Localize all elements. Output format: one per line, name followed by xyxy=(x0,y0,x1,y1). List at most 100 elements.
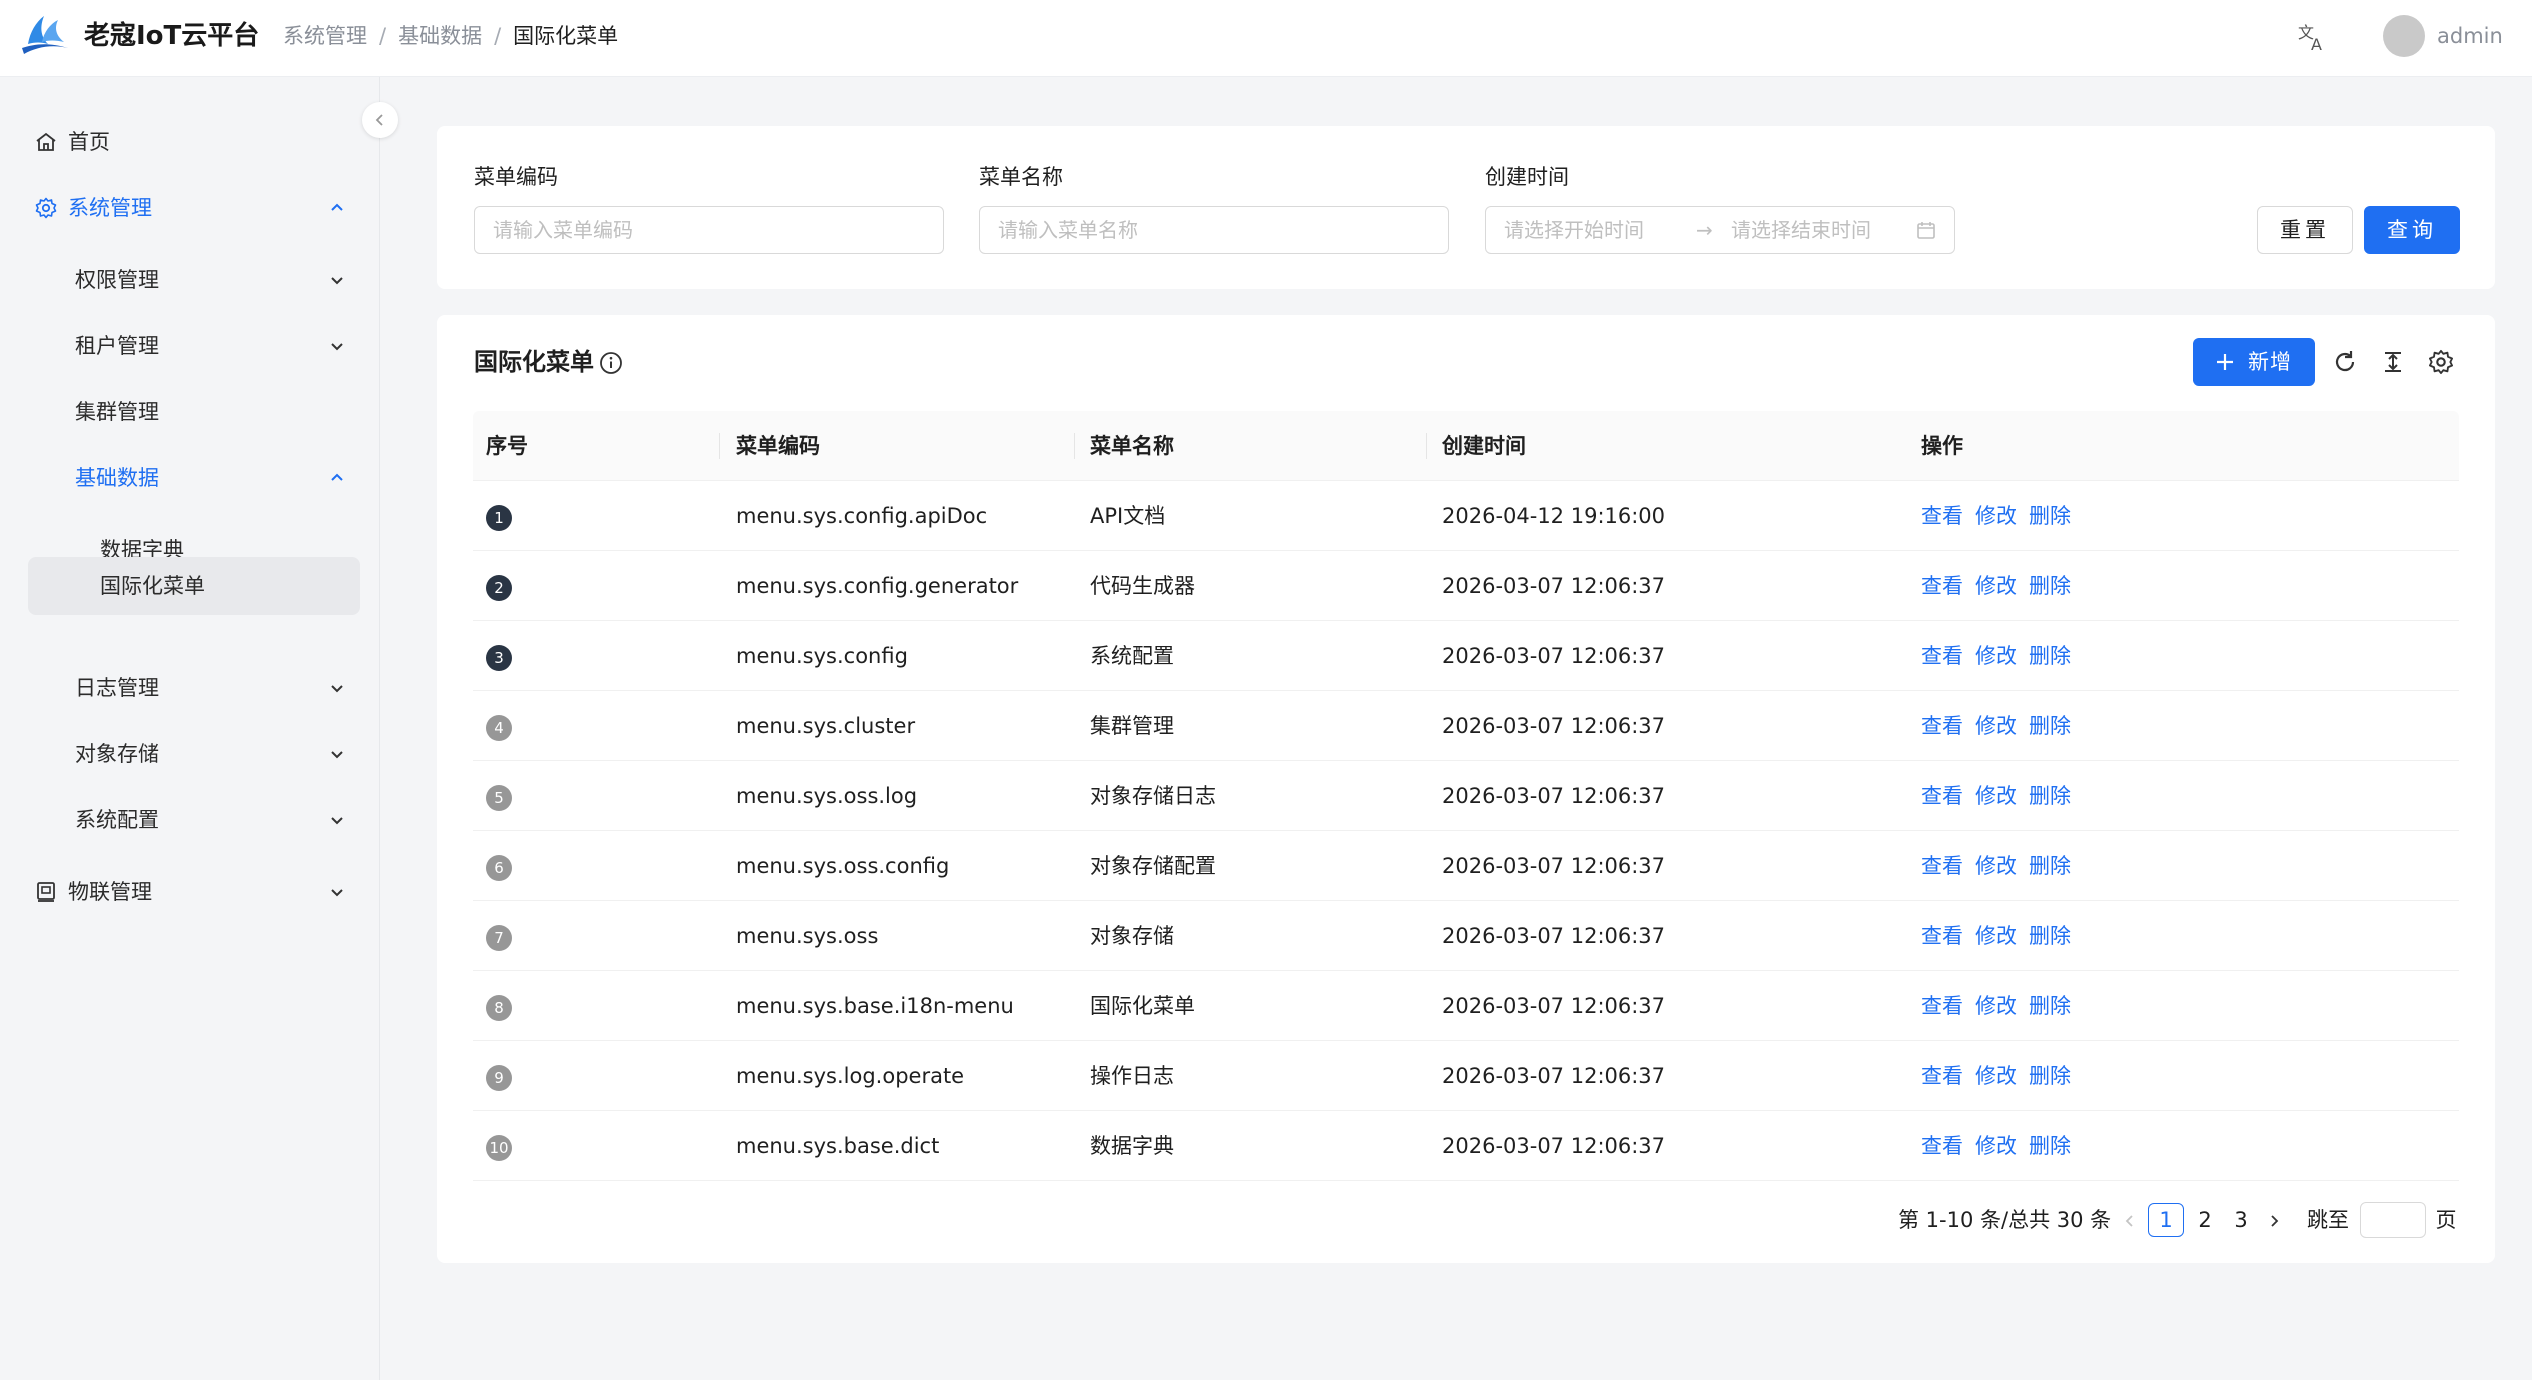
sidebar-item-system-config[interactable]: 系统配置 xyxy=(28,791,360,849)
sidebar-item-object-storage[interactable]: 对象存储 xyxy=(28,725,360,783)
delete-link[interactable]: 删除 xyxy=(2029,901,2071,971)
edit-link[interactable]: 修改 xyxy=(1975,901,2017,971)
cell-menu-name: 国际化菜单 xyxy=(1090,994,1195,1018)
sidebar-item-label: 首页 xyxy=(68,130,110,154)
prev-page-icon[interactable] xyxy=(2122,1213,2138,1229)
edit-link[interactable]: 修改 xyxy=(1975,1041,2017,1111)
row-index-badge: 4 xyxy=(486,715,512,741)
edit-link[interactable]: 修改 xyxy=(1975,481,2017,551)
edit-link[interactable]: 修改 xyxy=(1975,691,2017,761)
table-title: 国际化菜单 xyxy=(474,348,594,376)
delete-link[interactable]: 删除 xyxy=(2029,761,2071,831)
chevron-down-icon xyxy=(331,751,343,759)
view-link[interactable]: 查看 xyxy=(1921,481,1963,551)
cell-menu-name: 数据字典 xyxy=(1090,1134,1174,1158)
breadcrumb-item-current: 国际化菜单 xyxy=(513,24,619,48)
cell-menu-name: 对象存储配置 xyxy=(1090,854,1216,878)
delete-link[interactable]: 删除 xyxy=(2029,1041,2071,1111)
add-button[interactable]: 新增 xyxy=(2193,338,2315,386)
avatar[interactable] xyxy=(2383,15,2425,57)
calendar-icon xyxy=(1917,222,1935,239)
sidebar-item-home[interactable]: 首页 xyxy=(28,113,360,171)
edit-link[interactable]: 修改 xyxy=(1975,971,2017,1041)
table-row: 3 menu.sys.config 系统配置 2026-03-07 12:06:… xyxy=(473,621,2459,691)
page-3-button[interactable]: 3 xyxy=(2226,1203,2256,1237)
menu-name-placeholder: 请输入菜单名称 xyxy=(998,218,1138,242)
end-time-placeholder[interactable]: 请选择结束时间 xyxy=(1731,207,1871,253)
top-header: 老寇IoT云平台 系统管理 / 基础数据 / 国际化菜单 文 A admin xyxy=(0,0,2532,77)
cell-create-time: 2026-03-07 12:06:37 xyxy=(1442,1134,1666,1158)
query-button[interactable]: 查询 xyxy=(2364,206,2460,254)
create-time-range-picker[interactable]: 请选择开始时间 → 请选择结束时间 xyxy=(1485,206,1955,254)
table-row: 9 menu.sys.log.operate 操作日志 2026-03-07 1… xyxy=(473,1041,2459,1111)
delete-link[interactable]: 删除 xyxy=(2029,691,2071,761)
delete-link[interactable]: 删除 xyxy=(2029,1111,2071,1181)
sidebar: 首页 系统管理 权限管理 租户管理 集群管理 基础数据 数据字典 国际化菜单 日… xyxy=(0,77,380,1380)
breadcrumb-item-system[interactable]: 系统管理 xyxy=(283,24,367,48)
svg-text:A: A xyxy=(2311,35,2322,54)
search-panel: 菜单编码 请输入菜单编码 菜单名称 请输入菜单名称 创建时间 请选择开始时间 →… xyxy=(437,126,2495,289)
page-1-button[interactable]: 1 xyxy=(2148,1203,2184,1237)
view-link[interactable]: 查看 xyxy=(1921,831,1963,901)
sidebar-item-label: 国际化菜单 xyxy=(100,574,205,598)
sidebar-item-label: 集群管理 xyxy=(75,400,159,424)
cell-menu-name: 对象存储 xyxy=(1090,924,1174,948)
cell-menu-code: menu.sys.config xyxy=(736,644,908,668)
view-link[interactable]: 查看 xyxy=(1921,551,1963,621)
view-link[interactable]: 查看 xyxy=(1921,1111,1963,1181)
column-height-icon[interactable] xyxy=(2379,348,2407,376)
column-divider xyxy=(719,433,720,459)
view-link[interactable]: 查看 xyxy=(1921,691,1963,761)
chevron-up-icon xyxy=(331,203,343,211)
page-2-button[interactable]: 2 xyxy=(2190,1203,2220,1237)
view-link[interactable]: 查看 xyxy=(1921,901,1963,971)
sidebar-item-base-data[interactable]: 基础数据 xyxy=(28,449,360,507)
menu-name-input[interactable]: 请输入菜单名称 xyxy=(979,206,1449,254)
delete-link[interactable]: 删除 xyxy=(2029,831,2071,901)
sidebar-item-tenants[interactable]: 租户管理 xyxy=(28,317,360,375)
delete-link[interactable]: 删除 xyxy=(2029,551,2071,621)
reset-button[interactable]: 重置 xyxy=(2257,206,2353,254)
settings-icon[interactable] xyxy=(2427,348,2455,376)
table-row: 2 menu.sys.config.generator 代码生成器 2026-0… xyxy=(473,551,2459,621)
edit-link[interactable]: 修改 xyxy=(1975,761,2017,831)
delete-link[interactable]: 删除 xyxy=(2029,481,2071,551)
sidebar-item-system-management[interactable]: 系统管理 xyxy=(28,179,360,237)
table-row: 7 menu.sys.oss 对象存储 2026-03-07 12:06:37 … xyxy=(473,901,2459,971)
start-time-placeholder[interactable]: 请选择开始时间 xyxy=(1504,218,1644,242)
sidebar-item-logs[interactable]: 日志管理 xyxy=(28,659,360,717)
chevron-down-icon xyxy=(331,817,343,825)
view-link[interactable]: 查看 xyxy=(1921,761,1963,831)
edit-link[interactable]: 修改 xyxy=(1975,551,2017,621)
jump-page-input[interactable] xyxy=(2360,1202,2426,1238)
view-link[interactable]: 查看 xyxy=(1921,1041,1963,1111)
cell-menu-name: API文档 xyxy=(1090,504,1166,528)
breadcrumb-separator: / xyxy=(494,24,502,48)
menu-code-input[interactable]: 请输入菜单编码 xyxy=(474,206,944,254)
sidebar-item-iot-management[interactable]: 物联管理 xyxy=(28,863,360,921)
view-link[interactable]: 查看 xyxy=(1921,971,1963,1041)
sidebar-item-cluster[interactable]: 集群管理 xyxy=(28,383,360,441)
column-header-index: 序号 xyxy=(486,434,528,458)
sidebar-item-permissions[interactable]: 权限管理 xyxy=(28,251,360,309)
row-index-badge: 5 xyxy=(486,785,512,811)
edit-link[interactable]: 修改 xyxy=(1975,831,2017,901)
edit-link[interactable]: 修改 xyxy=(1975,1111,2017,1181)
translate-icon[interactable]: 文 A xyxy=(2296,20,2330,54)
column-header-actions: 操作 xyxy=(1921,434,1963,458)
edit-link[interactable]: 修改 xyxy=(1975,621,2017,691)
row-index-badge: 10 xyxy=(486,1135,512,1161)
table-row: 4 menu.sys.cluster 集群管理 2026-03-07 12:06… xyxy=(473,691,2459,761)
delete-link[interactable]: 删除 xyxy=(2029,971,2071,1041)
username[interactable]: admin xyxy=(2437,20,2503,52)
sidebar-item-i18n-menu[interactable]: 国际化菜单 xyxy=(28,557,360,615)
delete-link[interactable]: 删除 xyxy=(2029,621,2071,691)
row-index-badge: 1 xyxy=(486,505,512,531)
view-link[interactable]: 查看 xyxy=(1921,621,1963,691)
refresh-icon[interactable] xyxy=(2331,348,2359,376)
menu-name-label: 菜单名称 xyxy=(979,165,1063,189)
breadcrumb-item-base-data[interactable]: 基础数据 xyxy=(398,24,482,48)
info-icon[interactable] xyxy=(599,351,623,375)
next-page-icon[interactable] xyxy=(2266,1213,2282,1229)
sidebar-collapse-button[interactable] xyxy=(362,102,398,138)
